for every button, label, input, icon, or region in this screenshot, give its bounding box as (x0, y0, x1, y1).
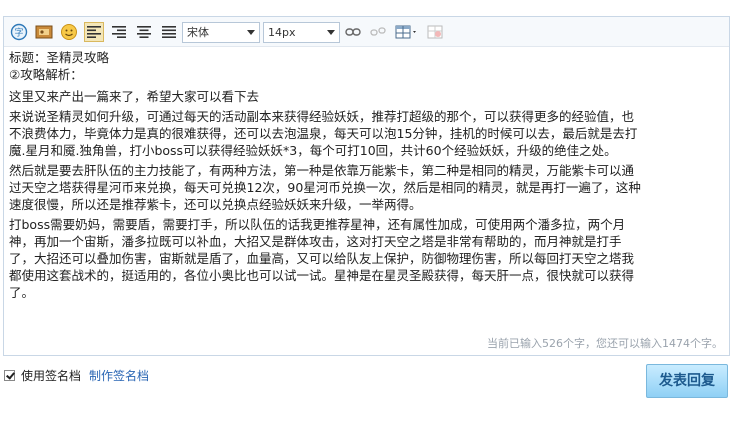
editor-toolbar: 字 宋体 14px (4, 17, 729, 47)
chevron-down-icon (247, 30, 255, 35)
content-line: 这里又来产出一篇来了，希望大家可以看下去 (9, 89, 260, 104)
content-line: 神，再加一个宙斯，潘多拉既可以补血，大招又是群体攻击，这对打天空之塔是非常有帮助… (9, 234, 622, 249)
delete-table-icon[interactable] (425, 22, 445, 42)
font-family-select[interactable]: 宋体 (182, 22, 260, 43)
content-line: 魔.星月和魇.独角兽，打小boss可以获得经验妖妖*3，每个可打10回，共计60… (9, 143, 617, 158)
character-count: 当前已输入526个字，您还可以输入1474个字。 (487, 337, 723, 350)
editor-content[interactable]: 标题：圣精灵攻略 ②攻略解析： 这里又来产出一篇来了，希望大家可以看下去 来说说… (9, 49, 721, 301)
link-icon[interactable] (343, 22, 363, 42)
content-line: 打boss需要奶妈，需要盾，需要打手，所以队伍的话我更推荐星神，还有属性加成，可… (9, 217, 626, 232)
font-family-value: 宋体 (187, 26, 209, 39)
content-line: 标题：圣精灵攻略 (9, 50, 110, 65)
chevron-down-icon (327, 30, 335, 35)
table-icon[interactable] (394, 22, 420, 42)
align-right-icon[interactable] (109, 22, 129, 42)
content-line: 过天空之塔获得星河币来兑换，每天可兑换12次，90星河币兑换一次，然后是相同的精… (9, 180, 641, 195)
font-size-select[interactable]: 14px (263, 22, 340, 43)
use-signature-label[interactable]: 使用签名档 (21, 367, 81, 384)
align-justify-icon[interactable] (159, 22, 179, 42)
content-line: 了。 (9, 285, 35, 300)
content-line: 不浪费体力，毕竟体力是真的很难获得，还可以去泡温泉，每天可以泡15分钟，挂机的时… (9, 126, 638, 141)
content-line: 速度很慢，所以还是推荐紫卡，还可以兑换点经验妖妖来升级，一举两得。 (9, 197, 422, 212)
content-line: 了，大招还可以叠加伤害，宙斯就是盾了，血量高，又可以给队友上保护，防御物理伤害，… (9, 251, 635, 266)
svg-text:字: 字 (14, 27, 23, 39)
font-size-value: 14px (268, 26, 296, 39)
content-line: 都使用这套战术的，挺适用的，各位小奥比也可以试一试。星神是在星灵圣殿获得，每天肝… (9, 268, 635, 283)
submit-reply-button[interactable]: 发表回复 (646, 364, 728, 398)
align-center-icon[interactable] (134, 22, 154, 42)
content-line: ②攻略解析： (9, 67, 83, 82)
image-icon[interactable] (34, 22, 54, 42)
unlink-icon[interactable] (368, 22, 388, 42)
font-style-icon[interactable]: 字 (9, 22, 29, 42)
signature-option: 使用签名档 制作签名档 (4, 367, 149, 384)
make-signature-link[interactable]: 制作签名档 (89, 367, 149, 384)
use-signature-checkbox[interactable] (4, 370, 15, 381)
emoji-icon[interactable] (59, 22, 79, 42)
content-line: 来说说圣精灵如何升级，可通过每天的活动副本来获得经验妖妖，推荐打超级的那个，可以… (9, 109, 635, 124)
content-line: 然后就是要去肝队伍的主力技能了，有两种方法，第一种是依靠万能紫卡，第二种是相同的… (9, 163, 635, 178)
post-editor: 字 宋体 14px 标题：圣精灵攻略 ②攻略解析： 这里又来产出一篇来了，希望大… (3, 16, 730, 356)
align-left-icon[interactable] (84, 22, 104, 42)
